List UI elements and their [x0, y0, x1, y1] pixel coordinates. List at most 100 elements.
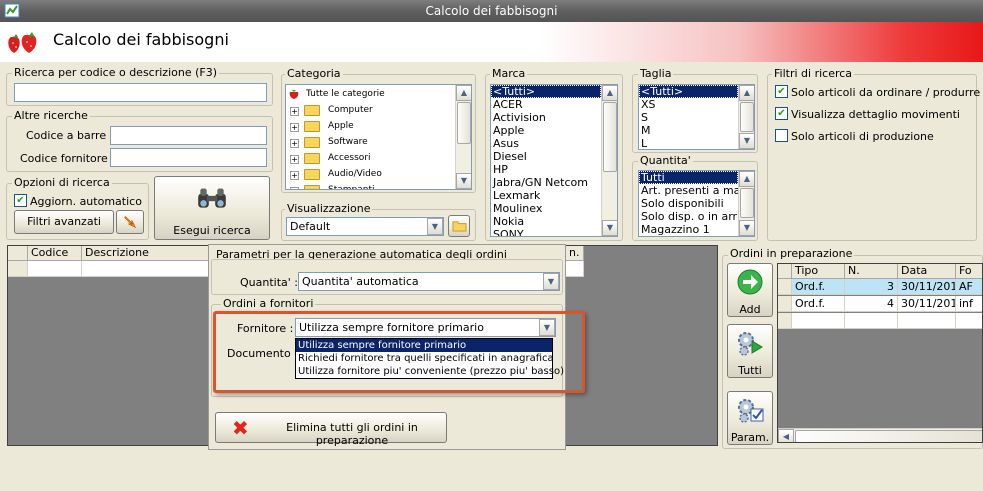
marca-item[interactable]: Moulinex — [491, 202, 601, 215]
taglia-item[interactable]: S — [639, 111, 738, 124]
grid-header-partial[interactable]: n. — [566, 246, 584, 261]
scroll-thumb[interactable] — [795, 430, 982, 442]
scroll-up-icon[interactable]: ▲ — [739, 85, 754, 101]
quantita-item[interactable]: Art. presenti a magazzino — [639, 184, 754, 197]
grid-descrizione-cell[interactable] — [82, 261, 212, 277]
categoria-tree[interactable]: Tutte le categorie + Computer + Apple + Softw… — [285, 84, 472, 190]
taglia-item[interactable]: L — [639, 137, 738, 149]
ordini-hscrollbar[interactable]: ◀ — [778, 428, 982, 442]
ordini-grid[interactable]: TipoN.DataFo Ord.f.330/11/2012AF Ord.f.430… — [777, 263, 983, 443]
scroll-up-icon[interactable]: ▲ — [456, 85, 471, 101]
expand-icon[interactable]: + — [290, 139, 299, 148]
marca-item[interactable]: ACER — [491, 98, 601, 111]
expand-icon[interactable]: + — [290, 171, 299, 180]
tree-item-label: Software — [328, 137, 368, 147]
marca-item[interactable]: <Tutti> — [491, 85, 601, 98]
filtri-group — [767, 74, 977, 241]
expand-icon[interactable]: + — [290, 155, 299, 164]
filtri-checkbox[interactable] — [775, 129, 788, 142]
ordini-cell-n[interactable]: 3 — [845, 279, 898, 295]
ordini-empty-cell[interactable] — [898, 313, 956, 329]
ordini-header-col[interactable]: N. — [845, 264, 898, 279]
grid-codice-cell[interactable] — [28, 261, 82, 277]
marca-item[interactable]: HP — [491, 163, 601, 176]
expand-icon[interactable]: + — [290, 123, 299, 132]
ordini-cell-tipo[interactable]: Ord.f. — [792, 296, 845, 312]
grid-header-descrizione[interactable]: Descrizione — [82, 246, 212, 261]
scroll-up-icon[interactable]: ▲ — [739, 171, 754, 187]
marca-item[interactable]: Activision — [491, 111, 601, 124]
marca-listbox[interactable]: <Tutti> ACER Activision Apple Asus Diesel HP Ja… — [490, 84, 618, 237]
marca-item[interactable]: Jabra/GN Netcom — [491, 176, 601, 189]
categoria-scrollbar[interactable]: ▲ ▼ — [455, 85, 471, 189]
scroll-left-icon[interactable]: ◀ — [778, 429, 794, 442]
quantita-item[interactable]: Solo disp. o in arrivo — [639, 210, 753, 223]
taglia-item[interactable]: XS — [639, 98, 738, 111]
marca-item[interactable]: Diesel — [491, 150, 601, 163]
ordini-empty-cell[interactable] — [956, 313, 982, 329]
add-order-button[interactable]: Add — [727, 263, 773, 317]
chevron-down-icon[interactable]: ▼ — [427, 218, 443, 235]
ordini-rowselector[interactable] — [778, 279, 792, 295]
ordini-cell-fo[interactable]: AF — [956, 279, 982, 295]
marca-item[interactable]: Apple — [491, 124, 601, 137]
esegui-ricerca-button[interactable]: Esegui ricerca — [154, 176, 270, 240]
param-button[interactable]: Param. — [727, 391, 773, 445]
scroll-thumb[interactable] — [603, 102, 617, 172]
scroll-down-icon[interactable]: ▼ — [739, 133, 754, 149]
chevron-down-icon[interactable]: ▼ — [543, 273, 559, 290]
ordini-cell-data[interactable]: 30/11/2012 — [898, 296, 956, 312]
ordini-cell-fo[interactable]: inf — [956, 296, 982, 312]
taglia-scrollbar[interactable]: ▲ ▼ — [738, 85, 754, 149]
ordini-header-col[interactable]: Data — [898, 264, 956, 279]
filtri-checkbox[interactable]: ✔ — [775, 85, 788, 98]
taglia-listbox[interactable]: <Tutti> XS S M L ▲ ▼ — [638, 84, 755, 150]
grid-header-codice[interactable]: Codice — [28, 246, 82, 261]
ordini-rowselector[interactable] — [778, 313, 792, 329]
scroll-down-icon[interactable]: ▼ — [602, 220, 617, 236]
ordini-header-col[interactable]: Tipo — [792, 264, 845, 279]
marca-item[interactable]: Lexmark — [491, 189, 601, 202]
filtri-checkbox[interactable]: ✔ — [775, 107, 788, 120]
marca-item[interactable]: SONY — [491, 228, 601, 236]
elimina-ordini-button[interactable]: ✖ Elimina tutti gli ordini in preparazio… — [215, 412, 447, 447]
taglia-item[interactable]: <Tutti> — [639, 85, 738, 98]
marca-item[interactable]: Asus — [491, 137, 601, 150]
scroll-thumb[interactable] — [740, 102, 754, 132]
scroll-thumb[interactable] — [740, 188, 754, 218]
quantita-param-select[interactable]: Quantita' automatica — [298, 272, 560, 291]
quantita-item[interactable]: Solo disponibili — [639, 197, 738, 210]
scroll-down-icon[interactable]: ▼ — [739, 220, 754, 236]
codice-barre-input[interactable] — [110, 126, 267, 145]
open-folder-button[interactable] — [448, 215, 470, 237]
search-input[interactable] — [14, 83, 267, 102]
marca-item[interactable]: Nokia — [491, 215, 601, 228]
expand-icon[interactable]: + — [290, 187, 299, 189]
ordini-cell-data[interactable]: 30/11/2012 — [898, 279, 956, 295]
quantita-item[interactable]: Tutti — [639, 171, 738, 184]
taglia-item[interactable]: M — [639, 124, 738, 137]
ordini-rowselector[interactable] — [778, 296, 792, 312]
grid-partial-cell[interactable] — [566, 261, 584, 277]
expand-icon[interactable]: + — [290, 107, 299, 116]
scroll-down-icon[interactable]: ▼ — [456, 173, 471, 189]
tree-item-label: Computer — [328, 105, 373, 115]
scroll-thumb[interactable] — [457, 102, 471, 144]
tutti-button[interactable]: Tutti — [727, 324, 773, 378]
aggiorn-checkbox[interactable]: ✔ — [14, 194, 27, 207]
filtri-avanzati-button[interactable]: Filtri avanzati — [14, 210, 114, 234]
quantita-listbox[interactable]: TuttiArt. presenti a magazzinoSolo dispo… — [638, 170, 755, 237]
quantita-scrollbar[interactable]: ▲ ▼ — [738, 171, 754, 236]
codice-fornitore-input[interactable] — [110, 148, 267, 167]
ordini-cell-n[interactable]: 4 — [845, 296, 898, 312]
quantita-item[interactable]: Magazzino 1 — [639, 223, 738, 236]
filtri-option-label: Solo articoli da ordinare / produrre — [791, 86, 981, 99]
ordini-cell-tipo[interactable]: Ord.f. — [792, 279, 845, 295]
ordini-empty-cell[interactable] — [792, 313, 845, 329]
marca-scrollbar[interactable]: ▲ ▼ — [601, 85, 617, 236]
filtri-arrow-button[interactable] — [116, 210, 144, 234]
ordini-empty-cell[interactable] — [845, 313, 898, 329]
ordini-header-col[interactable]: Fo — [956, 264, 982, 279]
scroll-up-icon[interactable]: ▲ — [602, 85, 617, 101]
visualizzazione-select[interactable]: Default — [286, 217, 444, 236]
